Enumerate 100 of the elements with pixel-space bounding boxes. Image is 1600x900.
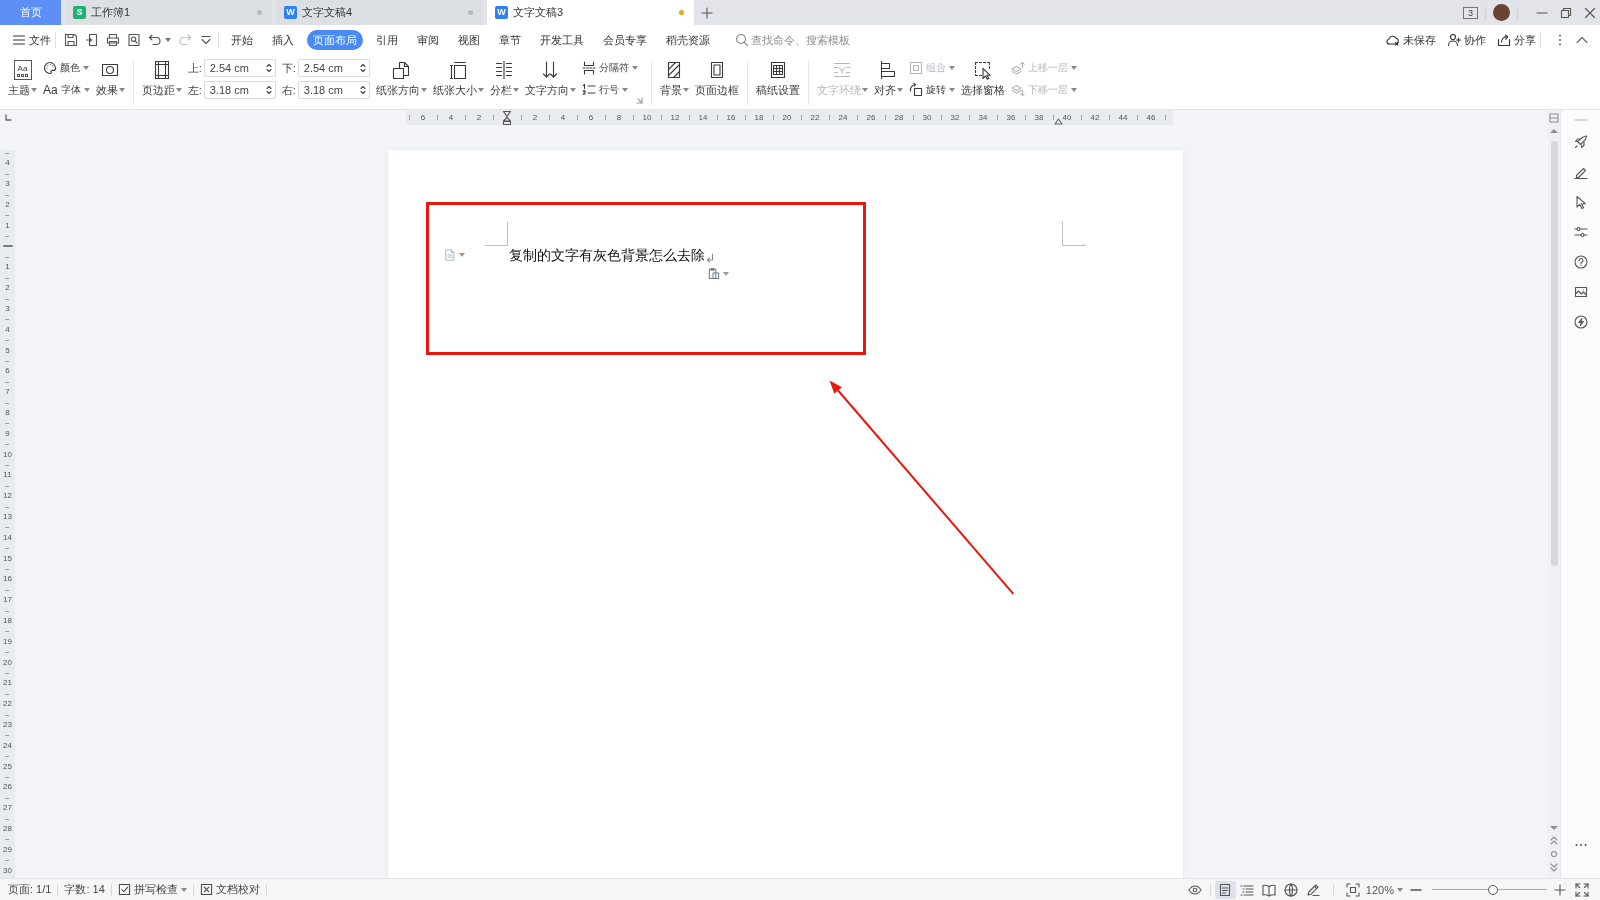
browse-object-icon[interactable] [1550, 850, 1558, 858]
proofread-button[interactable]: 文档校对 [199, 882, 260, 897]
ruler-number: 28 [3, 824, 12, 833]
customize-icon[interactable] [198, 33, 213, 47]
indent-marker-icon[interactable] [502, 110, 512, 125]
plus-icon[interactable] [1553, 882, 1567, 897]
ribbon-tab[interactable]: 章节 [492, 30, 527, 50]
ribbon-button[interactable]: 旋转 [906, 79, 957, 101]
scroll-down-icon[interactable] [1550, 826, 1558, 831]
caret-icon[interactable] [723, 271, 729, 276]
zoom-level-button[interactable]: 120% [1365, 883, 1403, 896]
ribbon-button[interactable]: 对齐 [871, 57, 905, 105]
collaborate-button[interactable]: 协作 [1447, 32, 1486, 48]
font-sample-icon: Aa [13, 60, 32, 80]
ruler-number: 6 [5, 366, 10, 376]
palette-icon [43, 61, 57, 75]
tab-stop-icon[interactable] [3, 113, 12, 122]
ruler-number: 4 [5, 324, 10, 334]
fullscreen-icon[interactable] [1575, 882, 1589, 897]
ribbon-tab[interactable]: 稻壳资源 [659, 30, 716, 50]
spin-arrows-icon[interactable] [265, 62, 272, 74]
scroll-up-icon[interactable] [1550, 128, 1558, 133]
margin-marker-icon[interactable] [1054, 118, 1063, 125]
ribbon-tab[interactable]: 插入 [265, 30, 300, 50]
picture-icon[interactable] [1573, 285, 1588, 299]
save-status-button[interactable]: 未保存 [1386, 32, 1436, 48]
sliders-icon[interactable] [1573, 225, 1588, 239]
document-tab[interactable]: W 文字文稿4 [276, 0, 483, 25]
ribbon-button[interactable]: 分栏 [487, 57, 521, 105]
ribbon-button[interactable]: 选择窗格 [958, 57, 1007, 105]
ribbon-tab[interactable]: 开发工具 [533, 30, 590, 50]
margin-field[interactable]: 3.18 cm [203, 81, 276, 99]
ribbon-button[interactable]: 稿纸设置 [753, 57, 802, 105]
spell-check-button[interactable]: 拼写检查 [117, 882, 187, 897]
window-count[interactable]: 3 [1463, 6, 1478, 19]
vertical-scrollbar[interactable] [1548, 110, 1560, 878]
brush-icon[interactable] [1573, 165, 1588, 179]
spin-arrows-icon[interactable] [359, 62, 366, 74]
document-tab[interactable]: S 工作簿1 [65, 0, 272, 25]
scrollbar-thumb[interactable] [1550, 141, 1558, 566]
margin-marker-icon[interactable] [2, 244, 13, 249]
undo-icon[interactable] [147, 33, 162, 47]
save-icon[interactable] [63, 33, 78, 47]
ribbon-button[interactable]: 页面边框 [692, 57, 741, 105]
close-icon[interactable] [1583, 5, 1597, 20]
bolt-icon[interactable] [1573, 315, 1588, 329]
ribbon-tab[interactable]: 审阅 [410, 30, 445, 50]
margin-field[interactable]: 3.18 cm [297, 81, 370, 99]
caret-icon[interactable] [459, 253, 465, 257]
ruler-number: 1 [5, 262, 10, 272]
ribbon-button[interactable]: Aa 主题 [6, 57, 39, 105]
ribbon-button[interactable]: 颜色 [41, 57, 92, 79]
margin-field[interactable]: 2.54 cm [297, 59, 370, 77]
spin-arrows-icon[interactable] [265, 84, 272, 96]
share-button[interactable]: 分享 [1497, 32, 1536, 48]
avatar[interactable] [1493, 4, 1510, 21]
ribbon-button[interactable]: 页边距 [139, 57, 184, 105]
ribbon-button[interactable]: 行号 [579, 79, 640, 101]
spin-arrows-icon[interactable] [359, 84, 366, 96]
rocket-icon[interactable] [1573, 135, 1588, 149]
previous-page-icon[interactable] [1550, 836, 1558, 845]
outline-icon [1240, 882, 1255, 897]
ribbon-button[interactable]: 纸张方向 [373, 57, 429, 105]
document-tab[interactable]: W 文字文稿3 [487, 0, 694, 25]
page-view-button[interactable] [1214, 880, 1236, 899]
ribbon-tab[interactable]: 开始 [224, 30, 259, 50]
pointer-icon[interactable] [1573, 195, 1588, 209]
numbered-lines-icon [581, 83, 596, 97]
paste-options-icon[interactable] [707, 267, 720, 280]
help-icon[interactable] [1573, 255, 1588, 269]
search-icon[interactable] [735, 33, 749, 47]
ruler-number: 36 [1006, 113, 1016, 122]
caret-icon[interactable] [165, 38, 171, 42]
ruler-number: 22 [810, 113, 820, 122]
page-view-icon [1218, 882, 1233, 897]
ribbon-tab[interactable]: 引用 [369, 30, 404, 50]
ribbon-button[interactable]: 纸张大小 [430, 57, 486, 105]
search-field[interactable]: 查找命令、搜索模板 [751, 34, 855, 46]
ruler-number: 4 [448, 113, 454, 122]
ribbon-button[interactable]: Aa 字体 [41, 79, 92, 101]
restore-icon[interactable] [1559, 5, 1573, 20]
export-icon[interactable] [84, 33, 99, 47]
spreadsheet-app-icon: S [73, 6, 86, 19]
fit-icon[interactable] [1345, 882, 1360, 897]
ribbon-button[interactable]: 分隔符 [579, 57, 640, 79]
print-icon[interactable] [105, 33, 120, 47]
ribbon-tab[interactable]: 视图 [451, 30, 486, 50]
next-page-icon[interactable] [1550, 863, 1558, 872]
print-preview-icon[interactable] [126, 33, 141, 47]
eye-icon[interactable] [1187, 882, 1202, 897]
bring-forward-icon [1010, 61, 1025, 75]
margin-label: 左: [187, 82, 202, 98]
margin-field[interactable]: 2.54 cm [203, 59, 276, 77]
ribbon-button[interactable]: 效果 [93, 57, 127, 105]
ribbon-tab[interactable]: 会员专享 [596, 30, 653, 50]
dialog-launcher-icon[interactable] [635, 97, 643, 104]
ribbon-button[interactable]: 背景 [657, 57, 691, 105]
ribbon-button[interactable]: 文字方向 [522, 57, 578, 105]
zoom-slider-thumb[interactable] [1487, 884, 1498, 895]
file-menu-button[interactable]: 文件 [12, 32, 51, 48]
